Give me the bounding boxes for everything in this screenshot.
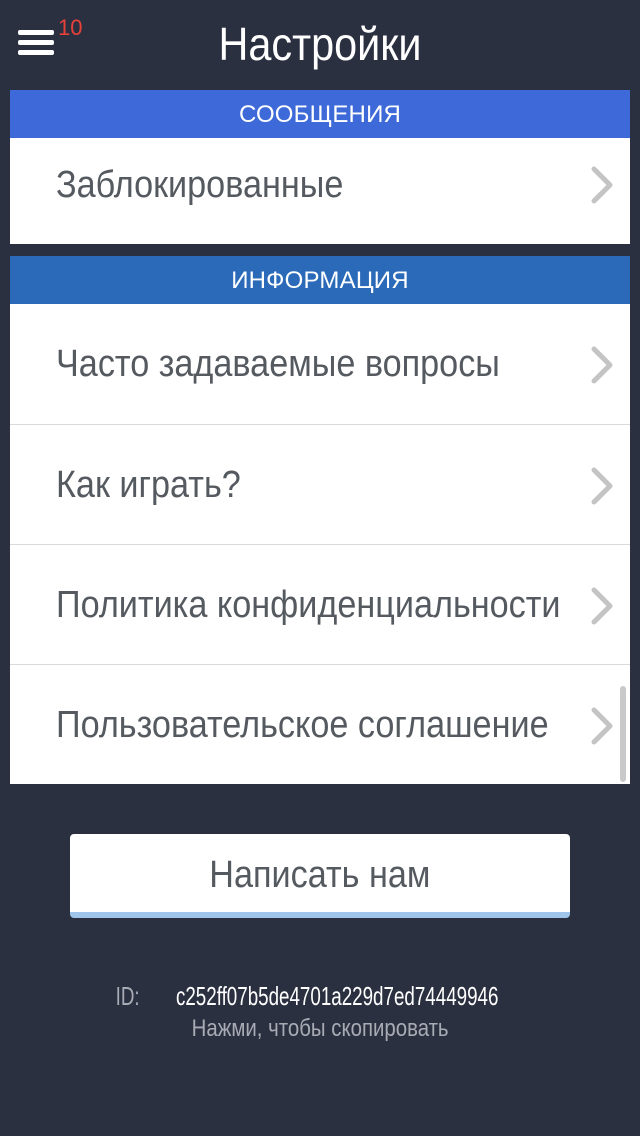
user-agreement-label: Пользовательское соглашение: [56, 704, 549, 746]
info-section: ИНФОРМАЦИЯ Часто задаваемые вопросы Как …: [10, 256, 630, 784]
blocked-users-label: Заблокированные: [56, 164, 344, 206]
blocked-users-row[interactable]: Заблокированные: [10, 138, 630, 244]
chevron-right-icon: [591, 166, 613, 204]
device-id[interactable]: ID: c252ff07b5de4701a229d7ed74449946: [0, 978, 640, 1014]
settings-screen: 10 Настройки СООБЩЕНИЯ Заблокированные И…: [0, 0, 640, 1136]
chevron-right-icon: [591, 587, 613, 625]
faq-row[interactable]: Часто задаваемые вопросы: [10, 304, 630, 424]
privacy-policy-label: Политика конфиденциальности: [56, 584, 561, 626]
messages-section-header: СООБЩЕНИЯ: [10, 90, 630, 138]
chevron-right-icon: [591, 467, 613, 505]
device-id-prefix: ID:: [115, 981, 140, 1011]
messages-section: СООБЩЕНИЯ Заблокированные: [10, 90, 630, 244]
how-to-play-row[interactable]: Как играть?: [10, 424, 630, 544]
info-section-header: ИНФОРМАЦИЯ: [10, 256, 630, 304]
copy-hint[interactable]: Нажми, чтобы скопировать: [0, 1012, 640, 1046]
how-to-play-label: Как играть?: [56, 464, 241, 506]
header: 10 Настройки: [0, 0, 640, 88]
page-title: Настройки: [218, 18, 422, 70]
scrollbar[interactable]: [620, 686, 626, 782]
contact-us-label: Написать нам: [209, 854, 431, 896]
contact-us-button[interactable]: Написать нам: [70, 834, 570, 918]
copy-hint-text: Нажми, чтобы скопировать: [191, 1015, 449, 1042]
faq-label: Часто задаваемые вопросы: [56, 343, 500, 385]
user-agreement-row[interactable]: Пользовательское соглашение: [10, 664, 630, 784]
device-id-value: c252ff07b5de4701a229d7ed74449946: [175, 981, 499, 1011]
privacy-policy-row[interactable]: Политика конфиденциальности: [10, 544, 630, 664]
chevron-right-icon: [591, 707, 613, 745]
chevron-right-icon: [591, 346, 613, 384]
